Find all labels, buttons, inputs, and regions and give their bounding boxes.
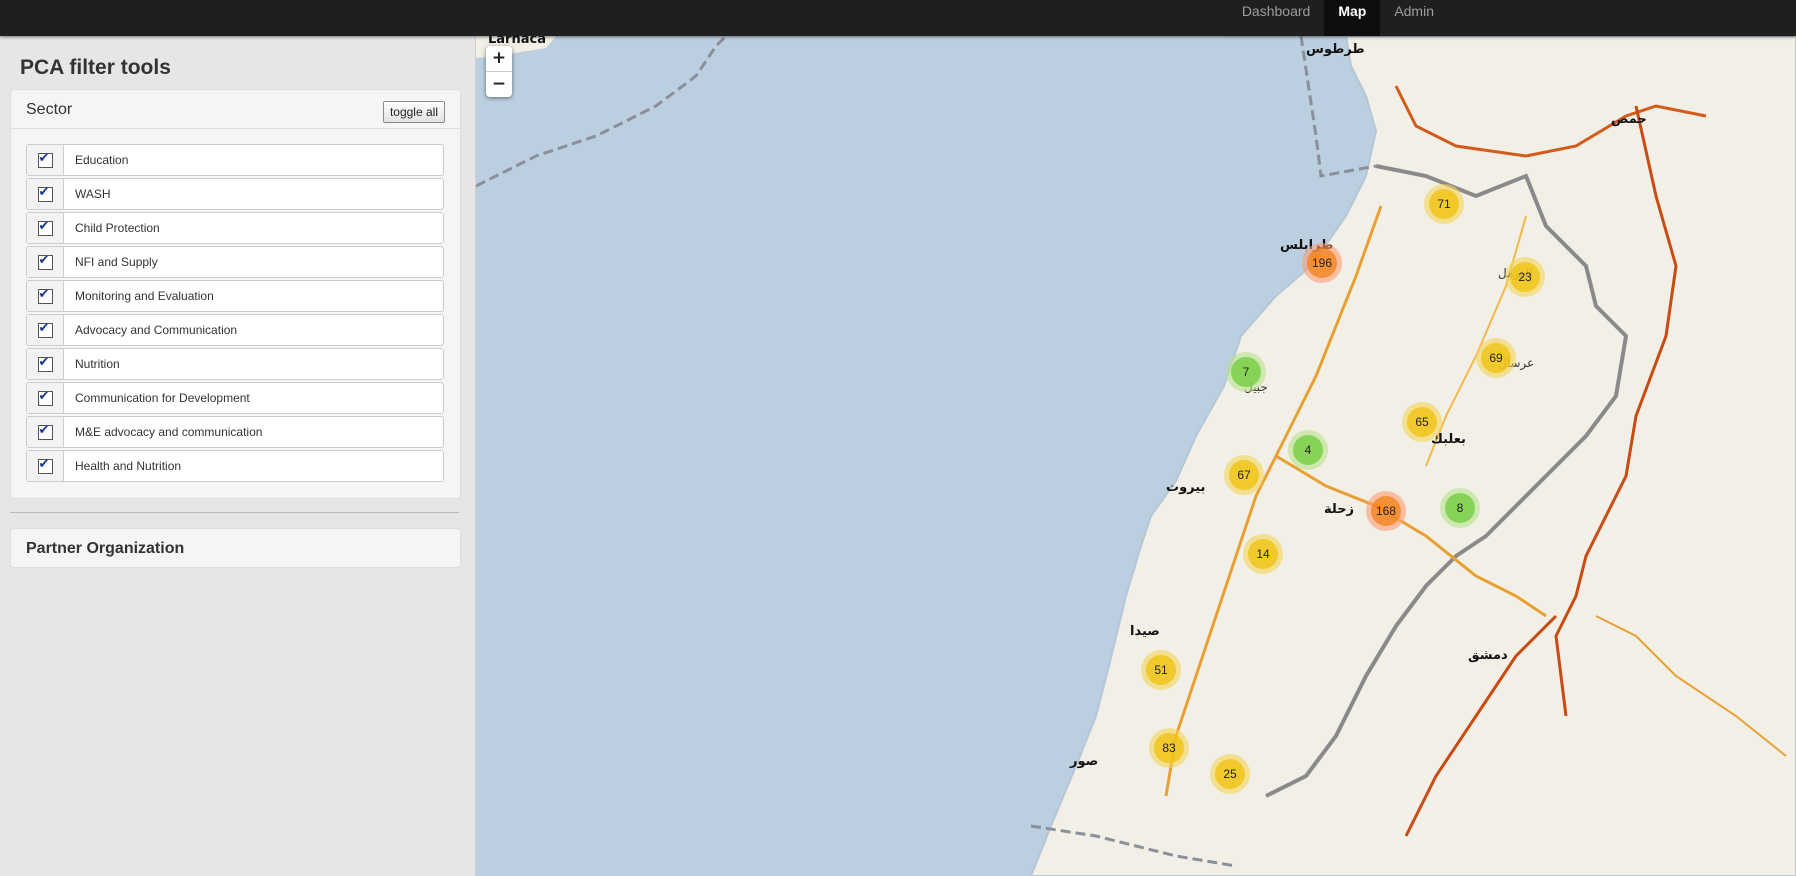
- sector-item-wash[interactable]: WASH: [26, 178, 444, 210]
- sector-label: Communication for Development: [75, 391, 250, 405]
- checkbox-checked[interactable]: [37, 389, 53, 406]
- cluster-count: 7: [1231, 357, 1261, 387]
- sector-panel-title: Sector: [26, 101, 73, 118]
- map-cluster-marker[interactable]: 67: [1224, 455, 1264, 495]
- checkbox-checked[interactable]: [37, 287, 53, 304]
- filter-sidebar: PCA filter tools Sector toggle all Educa…: [0, 36, 476, 876]
- checkbox-cell: [27, 315, 64, 345]
- map-view[interactable]: + − Larnaca طرطوس حمص طرابلس بيروت صيدا …: [476, 36, 1796, 876]
- cluster-count: 23: [1510, 262, 1540, 292]
- sector-label: Child Protection: [75, 221, 160, 235]
- place-label: بيروت: [1166, 480, 1206, 495]
- map-cluster-marker[interactable]: 23: [1505, 257, 1545, 297]
- panel-divider: [10, 512, 459, 513]
- checkbox-cell: [27, 417, 64, 447]
- checkbox-cell: [27, 145, 64, 175]
- cluster-count: 65: [1407, 407, 1437, 437]
- map-cluster-marker[interactable]: 8: [1440, 488, 1480, 528]
- sector-item-advocacy-communication[interactable]: Advocacy and Communication: [26, 314, 444, 346]
- cluster-count: 25: [1215, 759, 1245, 789]
- cluster-count: 14: [1248, 539, 1278, 569]
- map-cluster-marker[interactable]: 168: [1366, 491, 1406, 531]
- zoom-control: + −: [486, 46, 512, 97]
- place-label: طرطوس: [1306, 42, 1365, 57]
- sector-label: Education: [75, 153, 129, 167]
- sector-item-health-nutrition[interactable]: Health and Nutrition: [26, 450, 444, 482]
- nav-admin[interactable]: Admin: [1380, 0, 1448, 36]
- cluster-count: 83: [1154, 733, 1184, 763]
- cluster-count: 71: [1429, 189, 1459, 219]
- sector-label: Nutrition: [75, 357, 120, 371]
- land-area: [1029, 36, 1796, 876]
- sector-item-me-advocacy[interactable]: M&E advocacy and communication: [26, 416, 444, 448]
- cluster-count: 51: [1146, 655, 1176, 685]
- place-label: زحلة: [1324, 502, 1355, 517]
- nav-map[interactable]: Map: [1324, 0, 1381, 36]
- cluster-count: 4: [1293, 435, 1323, 465]
- nav-dashboard[interactable]: Dashboard: [1228, 0, 1325, 36]
- place-label: صور: [1070, 754, 1099, 769]
- partner-panel-title: Partner Organization: [26, 540, 185, 557]
- sidebar-title: PCA filter tools: [20, 56, 171, 79]
- checkbox-cell: [27, 213, 64, 243]
- sector-label: Advocacy and Communication: [75, 323, 238, 337]
- sector-label: WASH: [75, 187, 111, 201]
- map-cluster-marker[interactable]: 83: [1149, 728, 1189, 768]
- checkbox-checked[interactable]: [37, 423, 53, 440]
- sector-item-child-protection[interactable]: Child Protection: [26, 212, 444, 244]
- map-cluster-marker[interactable]: 69: [1476, 338, 1516, 378]
- zoom-out-button[interactable]: −: [486, 71, 512, 97]
- checkbox-checked[interactable]: [37, 253, 53, 270]
- sector-item-nutrition[interactable]: Nutrition: [26, 348, 444, 380]
- map-cluster-marker[interactable]: 25: [1210, 754, 1250, 794]
- checkbox-cell: [27, 349, 64, 379]
- sector-item-monitoring-evaluation[interactable]: Monitoring and Evaluation: [26, 280, 444, 312]
- checkbox-cell: [27, 247, 64, 277]
- cluster-count: 196: [1307, 248, 1337, 278]
- map-cluster-marker[interactable]: 65: [1402, 402, 1442, 442]
- top-navbar: Dashboard Map Admin: [0, 0, 1796, 36]
- checkbox-cell: [27, 179, 64, 209]
- sector-label: NFI and Supply: [75, 255, 158, 269]
- sector-label: Health and Nutrition: [75, 459, 182, 473]
- checkbox-checked[interactable]: [37, 151, 53, 168]
- sector-label: M&E advocacy and communication: [75, 425, 263, 439]
- place-label: حمص: [1611, 112, 1647, 127]
- checkbox-checked[interactable]: [37, 185, 53, 202]
- cluster-count: 67: [1229, 460, 1259, 490]
- checkbox-cell: [27, 383, 64, 413]
- checkbox-checked[interactable]: [37, 457, 53, 474]
- sector-item-nfi-supply[interactable]: NFI and Supply: [26, 246, 444, 278]
- checkbox-checked[interactable]: [37, 321, 53, 338]
- checkbox-cell: [27, 281, 64, 311]
- place-label: صيدا: [1130, 624, 1160, 639]
- checkbox-cell: [27, 451, 64, 481]
- sector-panel-header[interactable]: Sector toggle all: [11, 90, 460, 129]
- map-tiles: [476, 36, 1796, 876]
- map-cluster-marker[interactable]: 14: [1243, 534, 1283, 574]
- cluster-count: 69: [1481, 343, 1511, 373]
- checkbox-checked[interactable]: [37, 219, 53, 236]
- checkbox-checked[interactable]: [37, 355, 53, 372]
- zoom-in-button[interactable]: +: [486, 46, 512, 71]
- nav-links: Dashboard Map Admin: [1228, 0, 1448, 36]
- map-cluster-marker[interactable]: 196: [1302, 243, 1342, 283]
- cluster-count: 8: [1445, 493, 1475, 523]
- sector-item-communication-for-development[interactable]: Communication for Development: [26, 382, 444, 414]
- map-cluster-marker[interactable]: 4: [1288, 430, 1328, 470]
- sector-label: Monitoring and Evaluation: [75, 289, 214, 303]
- partner-panel[interactable]: Partner Organization: [10, 528, 461, 568]
- cluster-count: 168: [1371, 496, 1401, 526]
- sector-panel: Sector toggle all Education WASH Child P…: [10, 89, 461, 499]
- sea-boundary: [476, 36, 728, 188]
- toggle-all-button[interactable]: toggle all: [382, 101, 445, 123]
- map-cluster-marker[interactable]: 71: [1424, 184, 1464, 224]
- sector-item-education[interactable]: Education: [26, 144, 444, 176]
- place-label: دمشق: [1468, 648, 1508, 663]
- sector-list: Education WASH Child Protection NFI and …: [26, 144, 444, 484]
- map-cluster-marker[interactable]: 7: [1226, 352, 1266, 392]
- map-cluster-marker[interactable]: 51: [1141, 650, 1181, 690]
